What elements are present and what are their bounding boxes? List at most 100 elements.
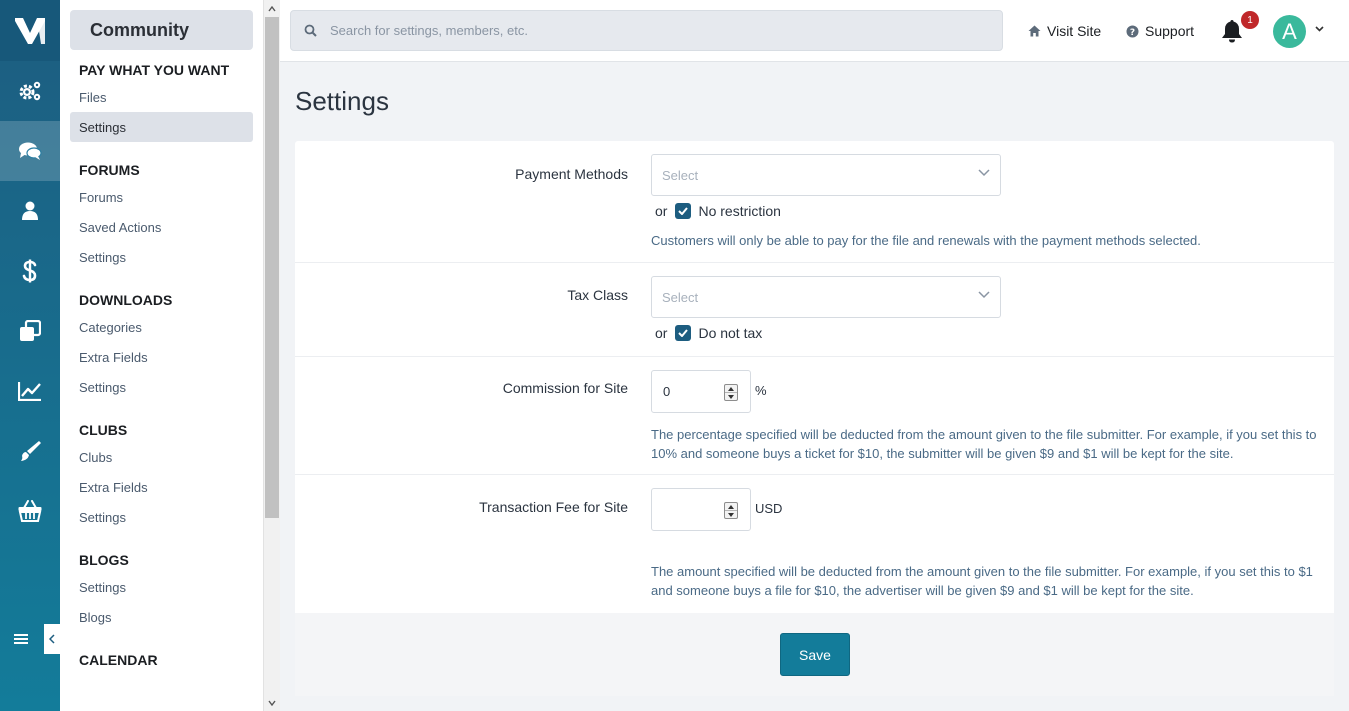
scrollbar-thumb[interactable]	[265, 17, 279, 518]
sub-item-clubs-extra-fields[interactable]: Extra Fields	[70, 472, 253, 502]
nav-section-pay-what-you-want: PAY WHAT YOU WANT Files Settings	[60, 50, 263, 142]
or-text: or	[655, 325, 668, 341]
chevron-down-icon	[978, 291, 990, 299]
tax-class-select[interactable]: Select	[651, 276, 1001, 318]
logo[interactable]	[0, 0, 60, 61]
commission-unit: %	[755, 383, 767, 398]
spin-up-icon[interactable]	[725, 385, 737, 392]
section-title: CLUBS	[79, 422, 128, 438]
home-icon	[1028, 25, 1041, 37]
logo-icon	[15, 17, 45, 44]
hamburger-icon	[14, 634, 28, 644]
collapse-sidebar-button[interactable]	[44, 624, 60, 654]
sub-item-blogs-settings[interactable]: Settings	[70, 572, 253, 602]
sub-item-files[interactable]: Files	[70, 82, 253, 112]
nav-commerce[interactable]	[0, 241, 60, 301]
dollar-icon	[22, 259, 37, 283]
sub-item-categories[interactable]: Categories	[70, 312, 253, 342]
payment-methods-select[interactable]: Select	[651, 154, 1001, 196]
notification-badge: 1	[1241, 11, 1259, 29]
nav-section-calendar: CALENDAR	[60, 640, 263, 672]
nav-customization[interactable]	[0, 421, 60, 481]
scroll-down-button[interactable]	[264, 694, 280, 711]
transaction-fee-unit: USD	[755, 501, 783, 516]
user-icon	[22, 201, 38, 220]
sub-item-blogs[interactable]: Blogs	[70, 602, 253, 632]
search-icon	[291, 24, 330, 37]
paint-brush-icon	[21, 441, 41, 461]
transaction-fee-input[interactable]	[651, 488, 751, 531]
nav-marketplace[interactable]	[0, 481, 60, 541]
save-button[interactable]: Save	[780, 633, 850, 676]
scroll-up-button[interactable]	[264, 0, 280, 17]
subnav-scrollbar[interactable]	[263, 0, 280, 711]
top-header: Visit Site ? Support 1 A	[280, 0, 1349, 62]
nav-system[interactable]	[0, 61, 60, 121]
do-not-tax-checkbox[interactable]	[675, 325, 692, 341]
sub-item-forums[interactable]: Forums	[70, 182, 253, 212]
no-restriction-checkbox[interactable]	[675, 203, 692, 219]
transaction-fee-row: Transaction Fee for Site USD The amount …	[295, 475, 1334, 613]
payment-methods-row: Payment Methods Select or No restriction…	[295, 141, 1334, 263]
commission-input[interactable]: 0	[651, 370, 751, 413]
sub-item-clubs[interactable]: Clubs	[70, 442, 253, 472]
tax-class-label: Tax Class	[567, 287, 628, 303]
section-title: DOWNLOADS	[79, 292, 173, 308]
page-title: Settings	[295, 86, 389, 116]
spin-down-icon[interactable]	[725, 392, 737, 400]
question-circle-icon: ?	[1126, 25, 1139, 38]
nav-content[interactable]	[0, 301, 60, 361]
nav-section-clubs: CLUBS Clubs Extra Fields Settings	[60, 410, 263, 532]
no-restriction-label[interactable]: No restriction	[698, 203, 780, 219]
or-text: or	[655, 203, 668, 219]
chevron-down-icon	[978, 169, 990, 177]
visit-site-label: Visit Site	[1047, 23, 1102, 39]
transaction-fee-label: Transaction Fee for Site	[479, 499, 628, 515]
section-title: BLOGS	[79, 552, 129, 568]
commission-label: Commission for Site	[502, 380, 628, 396]
chevron-down-icon[interactable]	[1315, 26, 1324, 32]
tax-class-restriction: or Do not tax	[655, 325, 762, 341]
commission-row: Commission for Site 0 % The percentage s…	[295, 357, 1334, 475]
avatar[interactable]: A	[1273, 15, 1306, 48]
sub-navigation: Community PAY WHAT YOU WANT Files Settin…	[60, 0, 263, 711]
line-chart-icon	[18, 382, 41, 401]
clone-icon	[20, 320, 41, 341]
section-title: PAY WHAT YOU WANT	[79, 62, 230, 78]
sub-item-saved-actions[interactable]: Saved Actions	[70, 212, 253, 242]
svg-text:?: ?	[1130, 28, 1135, 38]
visit-site-link[interactable]: Visit Site	[1028, 20, 1101, 42]
sub-item-forums-settings[interactable]: Settings	[70, 242, 253, 272]
checkmark-icon	[678, 207, 689, 215]
basket-icon	[18, 500, 42, 522]
search-bar[interactable]	[290, 10, 1003, 51]
sub-item-settings[interactable]: Settings	[70, 112, 253, 142]
sub-item-clubs-settings[interactable]: Settings	[70, 502, 253, 532]
checkmark-icon	[678, 329, 689, 337]
payment-methods-label: Payment Methods	[515, 166, 628, 182]
nav-stats[interactable]	[0, 361, 60, 421]
number-spinner[interactable]	[724, 502, 738, 519]
nav-community[interactable]	[0, 121, 60, 181]
sub-item-extra-fields[interactable]: Extra Fields	[70, 342, 253, 372]
spin-down-icon[interactable]	[725, 510, 737, 518]
support-label: Support	[1145, 23, 1195, 39]
comments-icon	[19, 142, 42, 160]
do-not-tax-label[interactable]: Do not tax	[698, 325, 762, 341]
search-input[interactable]	[330, 11, 1002, 50]
nav-section-blogs: BLOGS Settings Blogs	[60, 540, 263, 632]
chevron-down-icon	[268, 700, 276, 706]
spin-up-icon[interactable]	[725, 503, 737, 510]
nav-section-downloads: DOWNLOADS Categories Extra Fields Settin…	[60, 280, 263, 402]
transaction-fee-description: The amount specified will be deducted fr…	[651, 564, 1313, 598]
section-title: CALENDAR	[79, 652, 158, 668]
admin-icon-bar	[0, 0, 60, 711]
sub-item-downloads-settings[interactable]: Settings	[70, 372, 253, 402]
support-link[interactable]: ? Support	[1126, 20, 1194, 42]
select-placeholder: Select	[662, 289, 699, 305]
nav-members[interactable]	[0, 181, 60, 241]
number-spinner[interactable]	[724, 384, 738, 401]
menu-toggle[interactable]	[0, 624, 60, 654]
chevron-up-icon	[268, 5, 276, 11]
commission-description: The percentage specified will be deducte…	[651, 427, 1317, 461]
